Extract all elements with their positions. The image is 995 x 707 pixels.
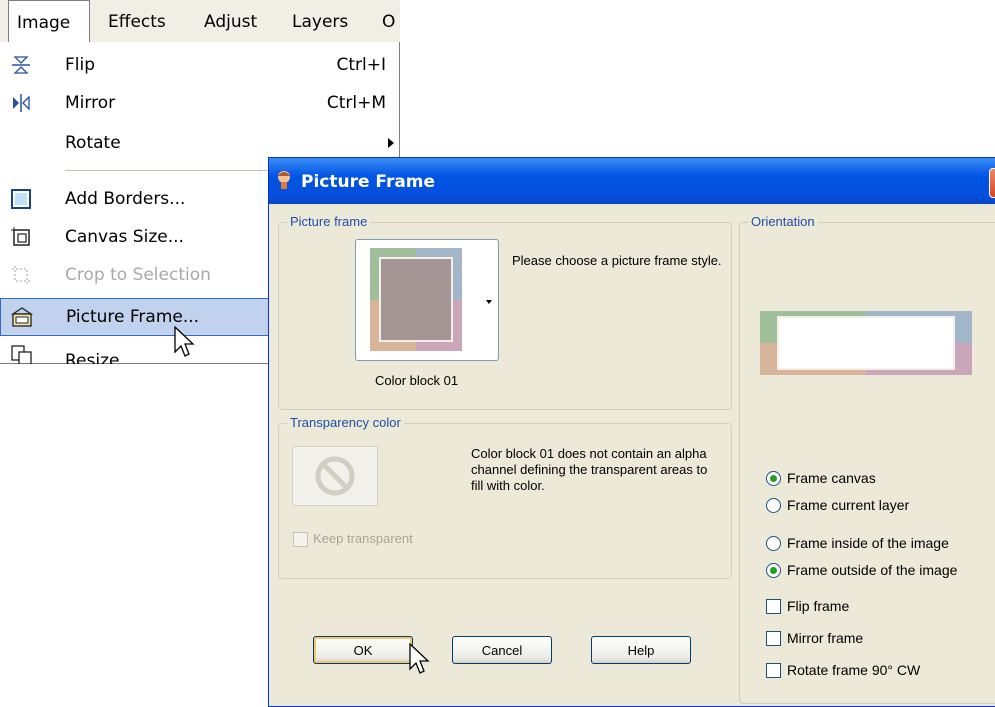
orientation-group-label: Orientation — [748, 214, 818, 230]
menu-adjust-label: Adjust — [204, 12, 258, 32]
menu-item-flip-label: Flip — [65, 55, 96, 75]
picture-frame-group-label: Picture frame — [287, 214, 371, 230]
picture-frame-group: Picture frame Please choose a picture fr… — [278, 214, 732, 410]
close-button[interactable]: X — [989, 168, 995, 198]
dropdown-arrow-icon — [486, 300, 492, 304]
frame-style-thumbnail — [370, 248, 462, 351]
frame-current-layer-label: Frame current layer — [787, 497, 910, 513]
rotate-frame-label: Rotate frame 90° CW — [787, 662, 921, 678]
frame-outside-radio[interactable] — [766, 563, 781, 578]
menu-bar: Image Effects Adjust Layers O — [0, 0, 400, 43]
menu-item-rotate-label: Rotate — [65, 133, 121, 153]
help-button-label: Help — [627, 643, 655, 658]
picture-frame-dialog: Picture Frame X Picture frame Please cho… — [268, 157, 995, 707]
mirror-icon — [13, 94, 30, 112]
frame-canvas-radio[interactable] — [766, 471, 781, 486]
no-symbol-icon — [315, 456, 355, 496]
mouse-cursor-icon — [409, 643, 430, 674]
menu-layers[interactable]: Layers — [292, 0, 348, 42]
app-icon — [278, 171, 290, 189]
frame-current-layer-radio[interactable] — [766, 498, 781, 513]
ok-button[interactable]: OK — [313, 636, 413, 664]
frame-style-description: Please choose a picture frame style. — [512, 253, 722, 268]
cancel-button[interactable]: Cancel — [452, 636, 552, 664]
mirror-frame-label: Mirror frame — [787, 630, 864, 646]
menu-adjust[interactable]: Adjust — [204, 0, 257, 42]
menu-layers-label: Layers — [292, 12, 349, 32]
menu-item-add-borders-label: Add Borders... — [65, 189, 186, 209]
frame-canvas-label: Frame canvas — [787, 470, 876, 486]
menu-item-resize-label: Resize — [65, 351, 120, 364]
menu-image-label: Image — [17, 13, 71, 33]
frame-outside-label: Frame outside of the image — [787, 562, 958, 578]
menu-objects[interactable]: O — [382, 0, 395, 42]
menu-objects-label: O — [382, 12, 396, 32]
submenu-arrow-icon — [388, 138, 394, 148]
crop-icon — [12, 266, 30, 284]
canvas-size-icon — [11, 227, 30, 246]
frame-style-dropdown[interactable] — [355, 239, 499, 361]
menu-item-mirror-label: Mirror — [65, 93, 116, 113]
dialog-titlebar[interactable]: Picture Frame X — [269, 158, 995, 204]
menu-item-canvas-size-label: Canvas Size... — [65, 227, 184, 247]
add-borders-icon — [11, 189, 31, 209]
cancel-button-label: Cancel — [481, 643, 523, 658]
frame-inside-label: Frame inside of the image — [787, 535, 949, 551]
flip-icon — [12, 56, 30, 74]
transparency-color-swatch — [292, 446, 378, 506]
menu-effects[interactable]: Effects — [108, 0, 166, 42]
dialog-title: Picture Frame — [301, 172, 436, 192]
flip-frame-label: Flip frame — [787, 598, 850, 614]
resize-icon — [11, 345, 32, 364]
menu-item-crop-label: Crop to Selection — [65, 265, 211, 285]
menu-item-flip-shortcut: Ctrl+I — [336, 55, 386, 75]
selected-frame-style-name: Color block 01 — [375, 373, 459, 388]
menu-item-mirror[interactable]: Mirror Ctrl+M — [0, 86, 398, 120]
keep-transparent-label: Keep transparent — [313, 531, 413, 546]
help-button[interactable]: Help — [591, 636, 691, 664]
ok-button-label: OK — [353, 643, 373, 658]
menu-item-flip[interactable]: Flip Ctrl+I — [0, 48, 398, 82]
rotate-frame-checkbox[interactable] — [766, 663, 781, 678]
menu-item-rotate[interactable]: Rotate — [0, 126, 398, 160]
menu-image[interactable]: Image — [8, 0, 90, 42]
mirror-frame-checkbox[interactable] — [766, 631, 781, 646]
frame-inside-radio[interactable] — [766, 536, 781, 551]
keep-transparent-checkbox[interactable] — [293, 532, 308, 547]
picture-frame-icon — [11, 307, 33, 327]
menu-item-mirror-shortcut: Ctrl+M — [326, 93, 386, 113]
menu-effects-label: Effects — [108, 12, 166, 32]
orientation-preview — [760, 311, 972, 375]
flip-frame-checkbox[interactable] — [766, 599, 781, 614]
transparency-color-group: Transparency color Color block 01 does n… — [278, 415, 732, 579]
transparency-message: Color block 01 does not contain an alpha… — [471, 446, 708, 493]
mouse-cursor-icon — [174, 326, 195, 357]
transparency-group-label: Transparency color — [287, 415, 404, 431]
